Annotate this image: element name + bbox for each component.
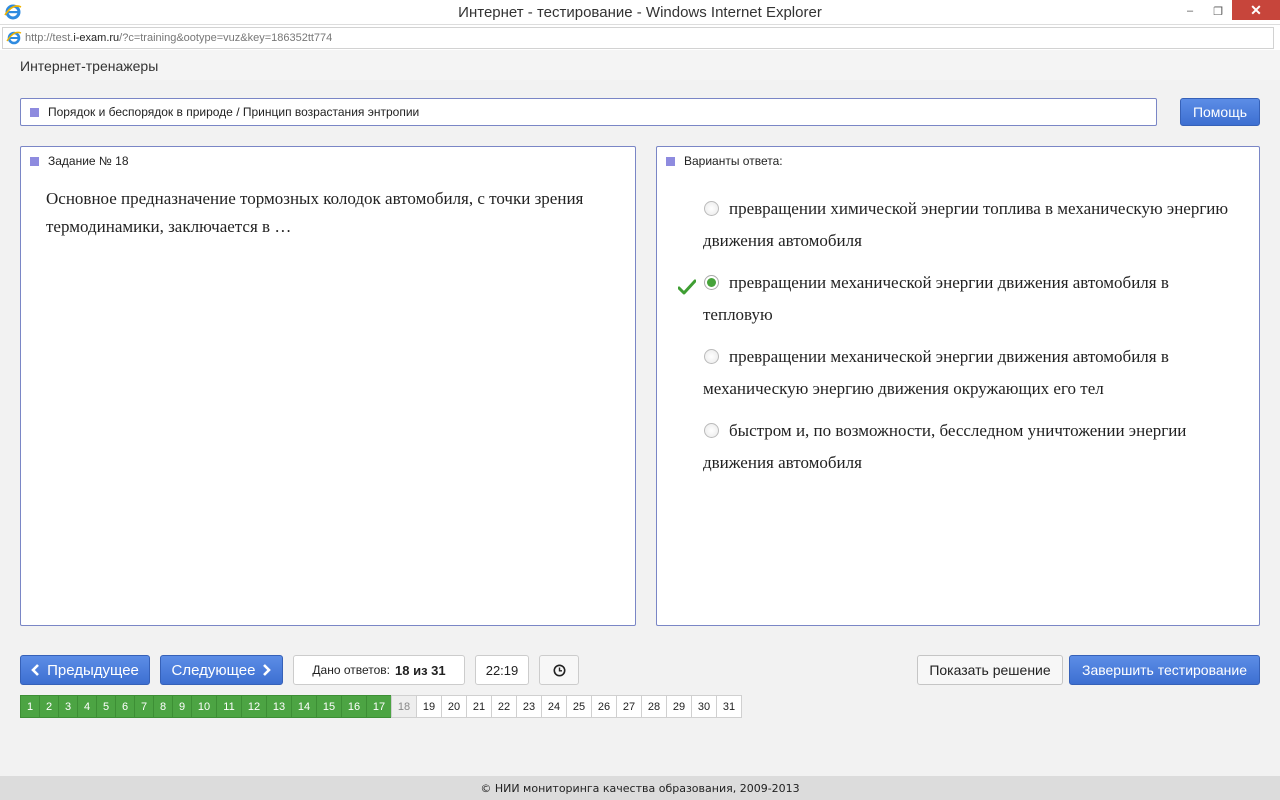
address-bar: http://test. i-exam.ru/?c=training&ootype… [0, 24, 1280, 50]
page-link-25[interactable]: 25 [566, 695, 592, 718]
answers-count-label: Дано ответов: [312, 663, 390, 677]
answer-option-3[interactable]: превращении механической энергии движени… [703, 341, 1233, 405]
page-link-6[interactable]: 6 [115, 695, 135, 718]
page-link-16[interactable]: 16 [341, 695, 367, 718]
answer-options: превращении химической энергии топлива в… [677, 193, 1233, 489]
page-link-20[interactable]: 20 [441, 695, 467, 718]
answer-option-2[interactable]: превращении механической энергии движени… [677, 267, 1233, 331]
next-button[interactable]: Следующее [160, 655, 283, 685]
window-controls: ‒ ❐ ✕ [1176, 0, 1280, 24]
page-link-12[interactable]: 12 [241, 695, 267, 718]
page-link-11[interactable]: 11 [216, 695, 242, 718]
page-link-21[interactable]: 21 [466, 695, 492, 718]
internet-explorer-logo-icon [4, 3, 22, 26]
next-button-label: Следующее [171, 661, 256, 679]
page-favicon-icon [6, 30, 22, 49]
page-link-23[interactable]: 23 [516, 695, 542, 718]
answer-option-text: превращении механической энергии движени… [703, 273, 1169, 324]
footer: © НИИ мониторинга качества образования, … [0, 776, 1280, 800]
answer-option-4[interactable]: быстром и, по возможности, бесследном ун… [703, 415, 1233, 479]
finish-test-button[interactable]: Завершить тестирование [1069, 655, 1260, 685]
page-link-31[interactable]: 31 [716, 695, 742, 718]
window-title: Интернет - тестирование - Windows Intern… [458, 3, 822, 21]
answer-option-text: быстром и, по возможности, бесследном ун… [703, 421, 1187, 472]
page-link-2[interactable]: 2 [39, 695, 59, 718]
question-heading: Задание № 18 [30, 154, 129, 168]
url-path: /?c=training&ootype=vuz&key=186352tt774 [119, 32, 333, 44]
url-prefix: http://test. [25, 32, 74, 44]
radio-button[interactable] [704, 423, 719, 438]
page-link-19[interactable]: 19 [416, 695, 442, 718]
answers-heading-label: Варианты ответа: [684, 154, 783, 168]
radio-button-selected[interactable] [704, 275, 719, 290]
page-link-4[interactable]: 4 [77, 695, 97, 718]
page-link-13[interactable]: 13 [266, 695, 292, 718]
answers-count: Дано ответов: 18 из 31 [293, 655, 465, 685]
chevron-left-icon [31, 664, 40, 676]
topic-breadcrumb: Порядок и беспорядок в природе / Принцип… [20, 98, 1157, 126]
chevron-right-icon [262, 664, 272, 676]
page-link-8[interactable]: 8 [153, 695, 173, 718]
page-link-28[interactable]: 28 [641, 695, 667, 718]
clock-icon [553, 664, 566, 677]
previous-button-label: Предыдущее [47, 661, 139, 679]
page-link-9[interactable]: 9 [172, 695, 192, 718]
page-link-18[interactable]: 18 [391, 695, 417, 718]
answer-option-1[interactable]: превращении химической энергии топлива в… [703, 193, 1233, 257]
clock-button[interactable] [539, 655, 579, 685]
page-link-29[interactable]: 29 [666, 695, 692, 718]
page-link-5[interactable]: 5 [96, 695, 116, 718]
answers-panel: Варианты ответа: превращении химической … [656, 146, 1260, 626]
close-button[interactable]: ✕ [1232, 0, 1280, 20]
answer-option-text: превращении механической энергии движени… [703, 347, 1169, 398]
answers-count-value: 18 из 31 [395, 662, 446, 678]
page-link-3[interactable]: 3 [58, 695, 78, 718]
square-marker-icon [666, 156, 675, 166]
radio-button[interactable] [704, 349, 719, 364]
topic-text: Порядок и беспорядок в природе / Принцип… [48, 105, 420, 119]
question-text: Основное предназначение тормозных колодо… [46, 189, 584, 236]
radio-button[interactable] [704, 201, 719, 216]
page-link-15[interactable]: 15 [316, 695, 342, 718]
page-link-27[interactable]: 27 [616, 695, 642, 718]
minimize-button[interactable]: ‒ [1176, 0, 1204, 22]
question-pager: 1 2 3 4 5 6 7 8 9 10 11 12 13 14 15 16 17 18 19 20 21 22 23 24 2… [20, 695, 742, 718]
square-marker-icon [30, 156, 39, 166]
question-number: Задание № 18 [48, 154, 129, 168]
previous-button[interactable]: Предыдущее [20, 655, 150, 685]
page-link-1[interactable]: 1 [20, 695, 40, 718]
page-link-7[interactable]: 7 [134, 695, 154, 718]
page-link-24[interactable]: 24 [541, 695, 567, 718]
page-link-14[interactable]: 14 [291, 695, 317, 718]
question-panel: Задание № 18 Основное предназначение тор… [20, 146, 636, 626]
checkmark-icon [677, 274, 697, 306]
answers-heading: Варианты ответа: [666, 154, 783, 168]
url-domain: i-exam.ru [73, 32, 120, 44]
help-button[interactable]: Помощь [1180, 98, 1260, 126]
timer-display: 22:19 [475, 655, 529, 685]
show-solution-button[interactable]: Показать решение [917, 655, 1063, 685]
page-link-17[interactable]: 17 [366, 695, 392, 718]
page-link-22[interactable]: 22 [491, 695, 517, 718]
page-link-10[interactable]: 10 [191, 695, 217, 718]
window-titlebar: Интернет - тестирование - Windows Intern… [0, 0, 1280, 24]
url-field[interactable]: http://test. i-exam.ru/?c=training&ootype… [2, 27, 1274, 49]
square-marker-icon [30, 107, 39, 117]
restore-button[interactable]: ❐ [1204, 0, 1232, 22]
brand-title[interactable]: Интернет-тренажеры [20, 58, 158, 74]
page-link-26[interactable]: 26 [591, 695, 617, 718]
answer-option-text: превращении химической энергии топлива в… [703, 199, 1229, 250]
page-link-30[interactable]: 30 [691, 695, 717, 718]
page-header: Интернет-тренажеры [0, 50, 1280, 80]
